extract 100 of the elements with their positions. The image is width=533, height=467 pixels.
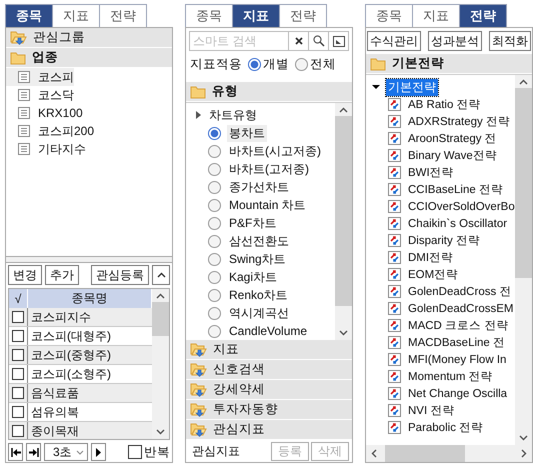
radio-button[interactable] [208, 144, 221, 158]
caret-up-icon[interactable] [519, 79, 528, 85]
horizontal-scrollbar[interactable] [366, 445, 532, 462]
radio-label[interactable]: P&F차트 [227, 214, 278, 232]
radio-label[interactable]: 역시계곡선 [227, 304, 291, 322]
caret-down-icon[interactable] [339, 330, 348, 336]
tree-item[interactable]: MFI(Money Flow In [408, 354, 506, 366]
caret-down-icon[interactable] [372, 83, 380, 91]
tree-item[interactable]: CCIBaseLine 전략 [408, 182, 503, 197]
tree-item[interactable]: MACDBaseLine 전 [408, 335, 506, 350]
last-button[interactable] [26, 443, 41, 461]
group-header[interactable]: 신호검색 [186, 360, 352, 380]
radio-button[interactable] [295, 58, 308, 70]
tab[interactable]: 종목 [5, 4, 53, 27]
list-item[interactable]: 코스피200 [6, 122, 94, 140]
caret-down-icon[interactable] [519, 435, 528, 441]
group-header[interactable]: 강세약세 [186, 380, 352, 400]
radio-button[interactable] [248, 58, 261, 70]
tree-item[interactable]: GolenDeadCrossEM [408, 302, 514, 314]
tree-item[interactable]: Net Change Oscilla [408, 388, 508, 400]
first-button[interactable] [8, 443, 23, 461]
tab[interactable]: 전략 [99, 4, 147, 27]
group-header[interactable]: 유형 [186, 82, 352, 102]
checkbox[interactable] [12, 425, 24, 437]
tree-item[interactable]: Chaikin`s Oscillator [408, 218, 508, 230]
interval-dropdown[interactable]: 3초 [44, 443, 88, 461]
radio-label[interactable]: 바차트(고저종) [227, 160, 311, 178]
vertical-scrollbar[interactable] [152, 289, 169, 439]
action-button[interactable]: 관심등록 [91, 265, 149, 285]
tree-item[interactable]: EOM전략 [408, 267, 458, 282]
tree-item[interactable]: MACD 크로스 전략 [408, 318, 508, 333]
radio-label[interactable]: 봉차트 [227, 124, 267, 142]
tree-item[interactable]: ADXRStrategy 전략 [408, 114, 510, 129]
checkbox[interactable] [12, 368, 24, 380]
radio-label[interactable]: 삼선전환도 [227, 232, 291, 250]
action-button[interactable]: 추가 [45, 265, 79, 285]
tab[interactable]: 지표 [232, 4, 280, 27]
action-button[interactable]: 수식관리 [367, 31, 421, 51]
caret-right-icon[interactable] [196, 111, 201, 119]
radio-button[interactable] [208, 180, 221, 194]
tree-node[interactable]: 차트유형 [209, 106, 257, 124]
tree-item[interactable]: AB Ratio 전략 [408, 97, 481, 112]
list-item[interactable]: 코스닥 [6, 86, 74, 104]
action-button[interactable]: 변경 [8, 265, 42, 285]
radio-button[interactable] [208, 306, 221, 320]
caret-right-icon[interactable] [521, 449, 527, 458]
radio-label[interactable]: Swing차트 [227, 250, 288, 268]
expand-button[interactable] [329, 31, 349, 51]
tree-item[interactable]: Parabolic 전략 [408, 420, 484, 435]
caret-up-icon[interactable] [339, 107, 348, 113]
caret-up-icon[interactable] [156, 293, 165, 299]
tree-item[interactable]: Disparity 전략 [408, 233, 480, 248]
radio-button[interactable] [208, 234, 221, 248]
radio-button[interactable] [208, 324, 221, 338]
list-item[interactable]: 기타지수 [6, 140, 86, 158]
checkbox[interactable] [12, 349, 24, 361]
group-header[interactable]: 관심그룹 [6, 28, 172, 48]
scrollbar-thumb[interactable] [385, 445, 465, 462]
action-button[interactable]: 성과분석 [428, 31, 482, 51]
radio-button[interactable] [208, 162, 221, 176]
tab[interactable]: 종목 [365, 4, 413, 27]
checkbox[interactable] [12, 406, 24, 418]
group-header[interactable]: 투자자동향 [186, 400, 352, 420]
radio-label[interactable]: Kagi차트 [227, 268, 280, 286]
caret-down-icon[interactable] [156, 429, 165, 435]
checkbox[interactable] [12, 330, 24, 342]
tab[interactable]: 전략 [459, 4, 507, 27]
action-button[interactable]: 최적화 [489, 31, 531, 51]
radio-label[interactable]: CandleVolume [227, 324, 310, 338]
scrollbar-thumb[interactable] [335, 116, 352, 306]
group-header[interactable]: 관심지표 [186, 420, 352, 440]
radio-button[interactable] [208, 252, 221, 266]
scrollbar-thumb[interactable] [152, 302, 169, 336]
radio-label[interactable]: 바차트(시고저종) [227, 142, 323, 160]
radio-label[interactable]: 종가선차트 [227, 178, 291, 196]
radio-button[interactable] [208, 198, 221, 212]
radio-button[interactable] [208, 216, 221, 230]
group-header[interactable]: 지표 [186, 340, 352, 360]
tree-item[interactable]: Binary Wave전략 [408, 148, 497, 163]
radio-label[interactable]: Renko차트 [227, 286, 290, 304]
tree-item[interactable]: AroonStrategy 전 [408, 131, 497, 146]
vertical-scrollbar[interactable] [335, 103, 352, 340]
search-button[interactable] [309, 31, 329, 51]
scrollbar-thumb[interactable] [515, 88, 532, 278]
checkbox[interactable] [12, 311, 24, 323]
tree-item[interactable]: DMI전략 [408, 250, 454, 265]
radio-label[interactable]: Mountain 차트 [227, 196, 308, 214]
search-field[interactable]: 스마트 검색 [189, 31, 289, 51]
group-header[interactable]: 기본전략 [366, 54, 532, 74]
vertical-scrollbar[interactable] [515, 75, 532, 445]
list-item[interactable]: KRX100 [6, 104, 83, 122]
checkbox[interactable] [12, 387, 24, 399]
collapse-button[interactable] [152, 265, 170, 285]
tree-item[interactable]: BWI전략 [408, 165, 454, 180]
radio-button[interactable] [208, 126, 221, 140]
play-button[interactable] [90, 443, 106, 461]
tree-item[interactable]: NVI 전략 [408, 403, 454, 418]
tree-item[interactable]: CCIOverSoldOverBo [408, 200, 515, 212]
checkbox[interactable] [128, 445, 142, 459]
tab[interactable]: 종목 [185, 4, 233, 27]
